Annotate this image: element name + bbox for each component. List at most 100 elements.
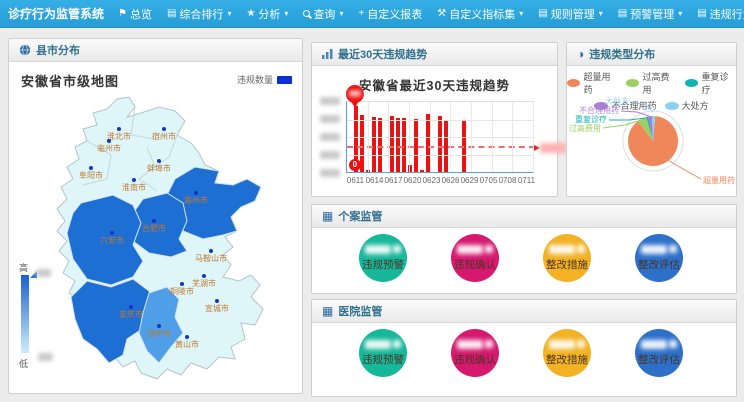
nav-item-analysis[interactable]: ★分析▾ xyxy=(246,6,288,22)
trend-bar xyxy=(390,116,394,172)
case-rectification-measures-button[interactable]: 整改措施 xyxy=(543,234,591,282)
report-icon: ▤ xyxy=(618,9,627,19)
city-dot xyxy=(157,159,161,163)
trend-panel-title: 最近30天违规趋势 xyxy=(338,46,427,62)
trend-panel: 最近30天违规趋势 安徽省最近30天违规趋势 ▶ 0 0611061406170… xyxy=(311,42,558,197)
map-panel-header: 县市分布 xyxy=(9,39,302,62)
x-tick-label: 0611 xyxy=(346,176,365,185)
flag-icon: ⚑ xyxy=(118,9,127,19)
city-label: 滁州市 xyxy=(184,195,208,205)
circle-label: 违规预警 xyxy=(359,352,407,367)
gridline-v xyxy=(492,102,493,172)
city-dot xyxy=(132,178,136,182)
callout-line xyxy=(631,103,653,112)
count-redacted xyxy=(635,338,683,350)
report-icon: ▤ xyxy=(167,9,176,19)
city-label: 淮北市 xyxy=(107,131,131,141)
gridline-v xyxy=(388,102,389,172)
city-dot xyxy=(202,274,206,278)
circle-label: 违规确认 xyxy=(451,352,499,367)
nav-item-label: 综合排行 xyxy=(179,6,223,22)
city-label: 铜陵市 xyxy=(170,286,194,296)
nav-item-overview[interactable]: ⚑总览 xyxy=(118,6,152,22)
nav-menu: ⚑总览▤综合排行▾★分析▾查询▾+自定义报表⚒自定义指标集▾▤规则管理▾▤预警管… xyxy=(118,6,744,22)
x-tick-label: 0711 xyxy=(517,176,536,185)
callout-label: 重复诊疗 xyxy=(575,114,607,124)
app-title: 诊疗行为监管系统 xyxy=(8,5,104,22)
half-circle-icon: ◑ xyxy=(577,48,584,60)
hosp-violation-confirmation-button[interactable]: 违规确认 xyxy=(451,329,499,377)
legend-swatch xyxy=(567,79,580,87)
dashboard: 诊疗行为监管系统 ⚑总览▤综合排行▾★分析▾查询▾+自定义报表⚒自定义指标集▾▤… xyxy=(0,0,744,402)
gridline-v xyxy=(512,102,513,172)
nav-item-search[interactable]: 查询▾ xyxy=(303,6,343,22)
y-tick-redacted xyxy=(320,151,340,159)
city-dot xyxy=(209,249,213,253)
hosp-rectification-measures-button[interactable]: 整改措施 xyxy=(543,329,591,377)
nav-item-label: 违规行为处置 xyxy=(710,6,744,22)
city-dot xyxy=(89,166,93,170)
y-tick-redacted xyxy=(320,169,340,177)
callout-line xyxy=(666,159,701,179)
search-icon xyxy=(303,10,310,17)
hosp-violation-warning-button[interactable]: 违规预警 xyxy=(359,329,407,377)
hosp-rectification-evaluation-button[interactable]: 整改评估 xyxy=(635,329,683,377)
pie-legend-item[interactable]: 超量用药 xyxy=(567,70,618,96)
legend-label: 超量用药 xyxy=(583,70,618,96)
city-dot xyxy=(215,299,219,303)
map-color-scale: 高 低 xyxy=(19,261,69,274)
gridline-v xyxy=(430,102,431,172)
scale-max-value-redacted xyxy=(36,269,51,277)
x-tick-label: 0708 xyxy=(498,176,517,185)
top-nav: 诊疗行为监管系统 ⚑总览▤综合排行▾★分析▾查询▾+自定义报表⚒自定义指标集▾▤… xyxy=(0,0,744,28)
count-redacted xyxy=(359,243,407,255)
x-tick-label: 0614 xyxy=(365,176,384,185)
trend-chart-plot[interactable]: ▶ 0 xyxy=(346,101,534,173)
chevron-down-icon: ▾ xyxy=(284,9,288,18)
nav-item-label: 自定义报表 xyxy=(367,6,422,22)
nav-item-custom-indicator[interactable]: ⚒自定义指标集▾ xyxy=(437,6,523,22)
nav-item-custom-report[interactable]: +自定义报表 xyxy=(358,6,422,22)
case-rectification-evaluation-button[interactable]: 整改评估 xyxy=(635,234,683,282)
count-redacted xyxy=(451,243,499,255)
nav-item-label: 预警管理 xyxy=(630,6,674,22)
gridline-v xyxy=(450,102,451,172)
nav-item-violation-handling[interactable]: ▤违规行为处置▾ xyxy=(697,6,744,22)
nav-item-label: 分析 xyxy=(258,6,280,22)
x-tick-label: 0629 xyxy=(460,176,479,185)
nav-item-ranking[interactable]: ▤综合排行▾ xyxy=(167,6,231,22)
city-label: 六安市 xyxy=(100,235,124,245)
nav-item-rule-management[interactable]: ▤规则管理▾ xyxy=(538,6,602,22)
scale-high-label: 高 xyxy=(19,263,28,273)
nav-item-alert-management[interactable]: ▤预警管理▾ xyxy=(618,6,682,22)
pie-legend-item[interactable]: 过高费用 xyxy=(626,70,677,96)
map-title: 安徽省市级地图 xyxy=(21,71,119,90)
tools-icon: ⚒ xyxy=(437,9,446,19)
map-legend[interactable]: 违规数量 xyxy=(237,73,292,86)
nav-item-label: 查询 xyxy=(313,6,335,22)
hospital-panel-header: ▦ 医院监管 xyxy=(312,300,736,323)
callout-label: 不合理用药 xyxy=(579,105,619,115)
scale-gradient-bar xyxy=(21,275,29,353)
x-tick-label: 0623 xyxy=(422,176,441,185)
hospital-panel-title: 医院监管 xyxy=(338,303,382,319)
gridline-h xyxy=(347,137,533,138)
gridline-v xyxy=(471,102,472,172)
legend-label: 重复诊疗 xyxy=(701,70,736,96)
gridline-v xyxy=(409,102,410,172)
callout-label: 大处方 xyxy=(605,96,629,106)
callout-label: 超量用药 xyxy=(703,175,735,185)
scale-low-label: 低 xyxy=(19,357,28,370)
pie-chart[interactable]: 超量用药过高费用重复诊疗不合理用药大处方 xyxy=(567,95,738,195)
chevron-down-icon: ▾ xyxy=(599,9,603,18)
pie-legend-item[interactable]: 重复诊疗 xyxy=(685,70,736,96)
anhui-map[interactable]: 淮北市宿州市亳州市蚌埠市阜阳市淮南市滁州市合肥市六安市马鞍山市芜湖市铜陵市宣城市… xyxy=(27,95,295,395)
trend-bar xyxy=(420,170,424,172)
count-redacted xyxy=(359,338,407,350)
city-dot xyxy=(110,231,114,235)
case-violation-confirmation-button[interactable]: 违规确认 xyxy=(451,234,499,282)
map-legend-label: 违规数量 xyxy=(237,73,273,86)
x-tick-label: 0617 xyxy=(384,176,403,185)
case-violation-warning-button[interactable]: 违规预警 xyxy=(359,234,407,282)
y-tick-redacted xyxy=(320,133,340,141)
